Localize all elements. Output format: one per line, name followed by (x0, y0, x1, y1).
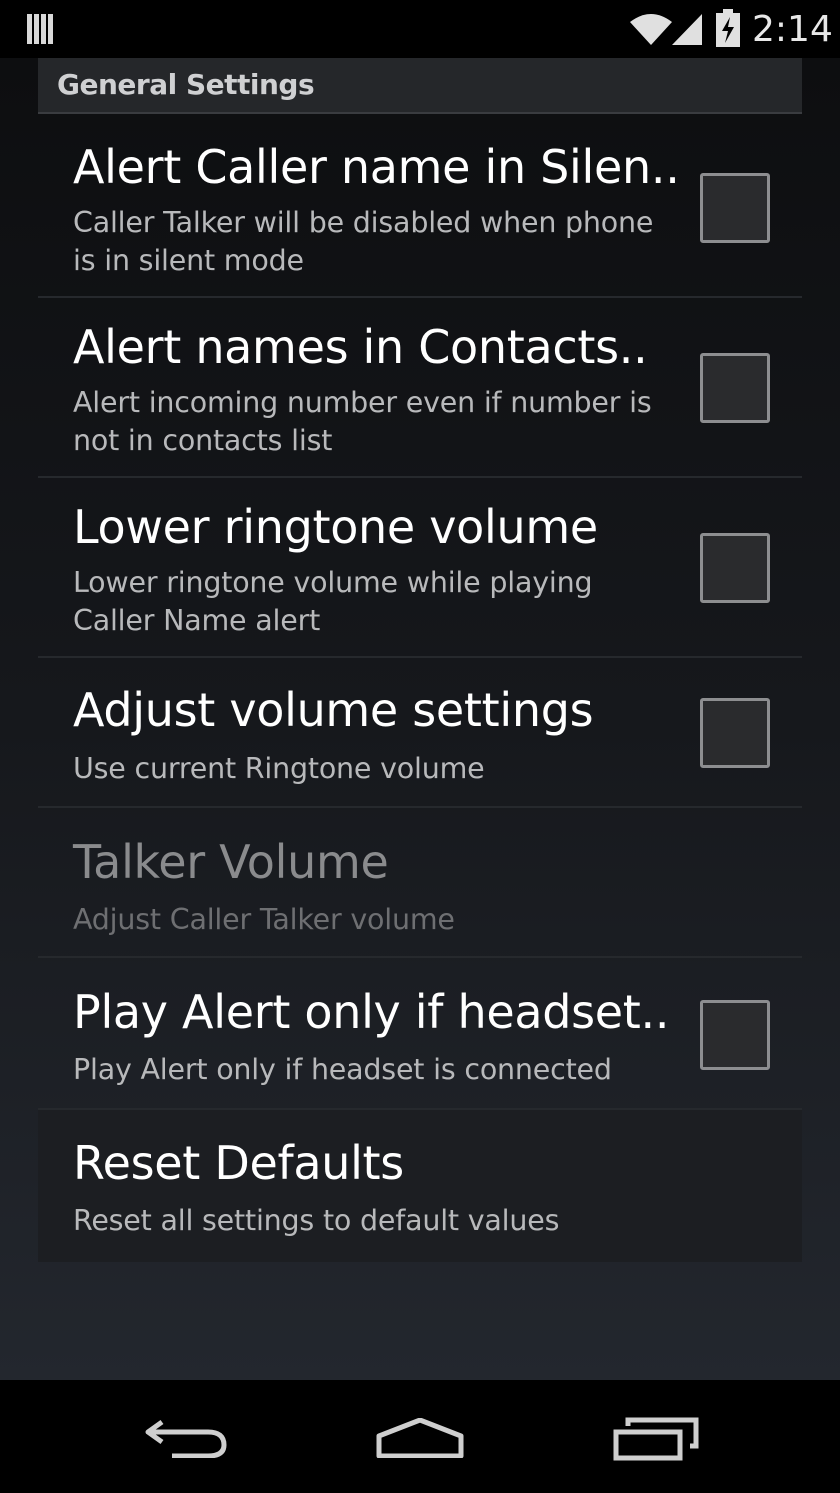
pref-summary: Caller Talker will be disabled when phon… (73, 206, 654, 277)
pref-title: Lower ringtone volume (73, 500, 598, 554)
checkbox[interactable] (700, 698, 770, 768)
checkbox[interactable] (700, 173, 770, 243)
pref-title: Alert names in Contacts.. (73, 320, 648, 374)
pref-talker-volume[interactable]: Talker Volume Adjust Caller Talker volum… (38, 808, 802, 958)
pref-headset-only[interactable]: Play Alert only if headset.. Play Alert … (38, 958, 802, 1110)
pref-summary: Adjust Caller Talker volume (73, 903, 455, 936)
battery-charging-icon (716, 9, 740, 47)
cell-signal-icon (672, 14, 702, 45)
back-icon[interactable] (142, 1418, 228, 1458)
pref-alert-contacts[interactable]: Alert names in Contacts.. Alert incoming… (38, 298, 802, 478)
status-clock: 2:14 (752, 9, 833, 50)
checkbox[interactable] (700, 1000, 770, 1070)
pref-title: Reset Defaults (73, 1136, 404, 1190)
pref-title: Alert Caller name in Silen.. (73, 140, 680, 194)
checkbox[interactable] (700, 533, 770, 603)
pref-reset-defaults[interactable]: Reset Defaults Reset all settings to def… (38, 1110, 802, 1262)
pref-title: Play Alert only if headset.. (73, 985, 670, 1039)
home-icon[interactable] (375, 1418, 465, 1458)
pref-summary: Alert incoming number even if number is … (73, 386, 652, 457)
section-title: General Settings (57, 68, 315, 101)
pref-title: Adjust volume settings (73, 683, 594, 737)
pref-adjust-volume[interactable]: Adjust volume settings Use current Ringt… (38, 658, 802, 808)
pref-summary: Reset all settings to default values (73, 1204, 560, 1237)
pref-lower-ringtone[interactable]: Lower ringtone volume Lower ringtone vol… (38, 478, 802, 658)
notification-bars-icon (27, 14, 53, 44)
wifi-icon (630, 14, 672, 45)
pref-alert-silent[interactable]: Alert Caller name in Silen.. Caller Talk… (38, 116, 802, 298)
pref-summary: Lower ringtone volume while playing Call… (73, 566, 593, 637)
settings-screen: General Settings Alert Caller name in Si… (0, 58, 840, 1380)
pref-summary: Play Alert only if headset is connected (73, 1053, 612, 1086)
status-bar: 2:14 (0, 0, 840, 58)
section-header: General Settings (38, 58, 802, 114)
pref-title: Talker Volume (73, 835, 389, 889)
pref-summary: Use current Ringtone volume (73, 752, 485, 785)
recent-apps-icon[interactable] (612, 1416, 700, 1462)
navigation-bar (0, 1380, 840, 1493)
checkbox[interactable] (700, 353, 770, 423)
